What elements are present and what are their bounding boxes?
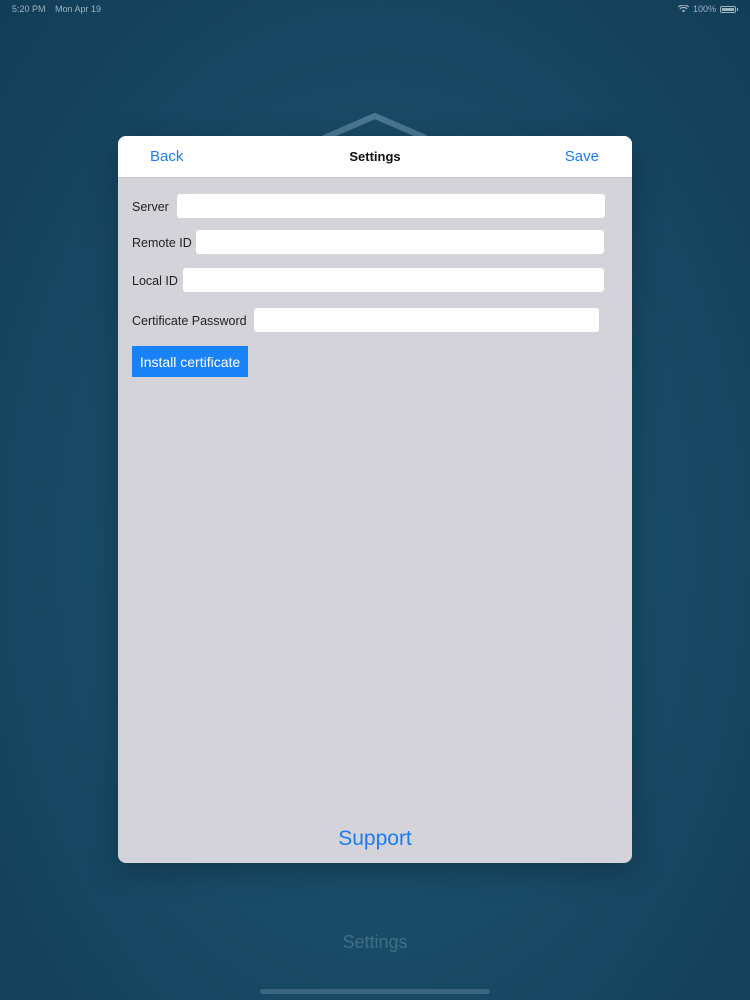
battery-icon [720, 5, 738, 13]
server-input[interactable] [177, 194, 605, 218]
modal-title: Settings [349, 149, 401, 164]
status-date: Mon Apr 19 [55, 4, 102, 14]
remote-id-input[interactable] [196, 230, 604, 254]
modal-header: Back Settings Save [118, 136, 632, 178]
certificate-password-input[interactable] [254, 308, 599, 332]
save-button[interactable]: Save [565, 148, 599, 165]
settings-modal: Back Settings Save Server Remote ID Loca… [118, 136, 632, 863]
local-id-label: Local ID [132, 274, 178, 288]
status-right: 100% [677, 4, 738, 14]
certificate-password-label: Certificate Password [132, 314, 247, 328]
battery-percent: 100% [692, 4, 716, 14]
install-certificate-button[interactable]: Install certificate [132, 346, 248, 377]
status-bar: 5:20 PM Mon Apr 19 100% [0, 0, 750, 18]
wifi-icon [677, 5, 689, 13]
status-time: 5:20 PM [12, 4, 46, 14]
remote-id-label: Remote ID [132, 236, 192, 250]
server-label: Server [132, 200, 169, 214]
background-settings-label: Settings [342, 932, 408, 952]
support-button[interactable]: Support [118, 827, 632, 851]
local-id-input[interactable] [183, 268, 604, 292]
home-indicator[interactable] [260, 989, 490, 994]
